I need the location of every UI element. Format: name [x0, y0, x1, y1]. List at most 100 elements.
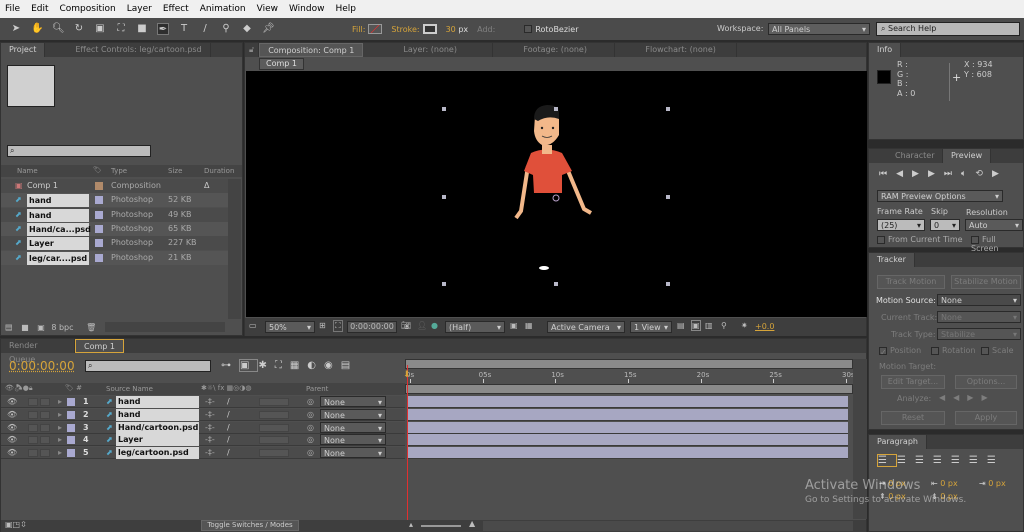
- time-ruler[interactable]: 0s 05s 10s 15s 20s 25s 30s: [405, 370, 855, 384]
- layer-label-swatch[interactable]: [67, 398, 75, 406]
- lock-switch[interactable]: [40, 436, 50, 445]
- tab-comp-1[interactable]: Comp 1: [75, 339, 124, 353]
- ram-preview-icon[interactable]: ▶: [992, 169, 1008, 179]
- menu-layer[interactable]: Layer: [127, 4, 152, 14]
- menu-file[interactable]: File: [5, 4, 20, 14]
- layer-name[interactable]: Layer 1...toon.psd: [116, 434, 199, 456]
- label-color-swatch[interactable]: [95, 196, 103, 205]
- frame-blending-icon[interactable]: ▦: [290, 360, 307, 371]
- expand-arrow-icon[interactable]: ▸: [58, 409, 62, 421]
- pick-whip-icon[interactable]: ◎: [307, 409, 314, 421]
- layer-label-swatch[interactable]: [67, 436, 75, 445]
- apply-button[interactable]: Apply: [955, 411, 1017, 425]
- search-help-input[interactable]: ⌕ Search Help: [876, 22, 1020, 36]
- clone-stamp-tool-icon[interactable]: ⚲: [220, 23, 232, 35]
- pick-whip-icon[interactable]: ◎: [307, 422, 314, 434]
- fill-swatch[interactable]: [368, 24, 383, 34]
- first-frame-icon[interactable]: ⏮: [879, 169, 896, 179]
- hand-tool-icon[interactable]: ✋: [31, 23, 43, 35]
- menu-effect[interactable]: Effect: [163, 4, 189, 14]
- flowchart-icon[interactable]: ⚲: [721, 321, 727, 330]
- layer-label-swatch[interactable]: [67, 423, 75, 432]
- options-button[interactable]: Options...: [955, 375, 1017, 389]
- indent-left-value[interactable]: 0 px: [888, 479, 905, 488]
- layer-handle[interactable]: [666, 107, 670, 111]
- toggle-3d-view-icon[interactable]: ▣: [691, 320, 701, 331]
- project-item[interactable]: ⬈ Hand/ca...psd Photoshop 65 KB: [1, 221, 228, 236]
- current-time-indicator-icon[interactable]: ⬇: [403, 370, 411, 380]
- timeline-timecode[interactable]: 0:00:00:00: [9, 359, 75, 373]
- stabilize-motion-button[interactable]: Stabilize Motion: [951, 275, 1021, 289]
- tab-info[interactable]: Info: [869, 43, 902, 57]
- align-right-icon[interactable]: ☰: [915, 455, 933, 466]
- project-item[interactable]: ⬈ hand 02....psd Photoshop 49 KB: [1, 207, 228, 233]
- tab-composition[interactable]: Composition: Comp 1: [259, 43, 364, 57]
- comp-button[interactable]: Comp 1: [259, 58, 304, 70]
- region-of-interest-icon[interactable]: ⛶: [333, 320, 343, 332]
- layer-name[interactable]: leg/cartoon.psd: [116, 447, 199, 460]
- menu-view[interactable]: View: [257, 4, 278, 14]
- ram-preview-options-dropdown[interactable]: RAM Preview Options: [877, 190, 1003, 202]
- lock-switch[interactable]: [40, 423, 50, 432]
- current-track-dropdown[interactable]: None: [937, 311, 1021, 323]
- layer-switches[interactable]: [259, 423, 289, 432]
- audio-icon[interactable]: 🔈︎: [961, 169, 975, 179]
- scale-checkbox[interactable]: [981, 346, 989, 355]
- composition-viewer[interactable]: [246, 71, 867, 317]
- project-search-input[interactable]: ⌕: [7, 145, 151, 157]
- transparency-grid-icon[interactable]: ▦: [525, 321, 533, 330]
- layer-switches[interactable]: [259, 410, 289, 419]
- puppet-pin-tool-icon[interactable]: 📌︎: [262, 23, 275, 35]
- timeline-search-input[interactable]: ⌕: [85, 360, 211, 372]
- layer-row[interactable]: 👁︎ ▸ 3 ⬈ Hand/cartoon.psd -‡- / ◎ None: [1, 421, 405, 434]
- new-folder-icon[interactable]: ■: [21, 323, 29, 332]
- tab-preview[interactable]: Preview: [943, 149, 992, 163]
- last-frame-icon[interactable]: ⏭: [944, 169, 961, 179]
- layer-label-swatch[interactable]: [67, 410, 75, 419]
- tab-character[interactable]: Character: [869, 149, 943, 163]
- workspace-dropdown[interactable]: All Panels: [768, 23, 870, 35]
- tab-render-queue[interactable]: Render Queue: [1, 339, 75, 364]
- label-color-swatch[interactable]: [95, 210, 103, 219]
- selection-tool-icon[interactable]: ➤: [10, 23, 22, 35]
- play-icon[interactable]: ▶: [912, 169, 928, 179]
- tab-footage[interactable]: Footage: (none): [493, 43, 616, 57]
- edit-target-button[interactable]: Edit Target...: [881, 375, 945, 389]
- tab-tracker[interactable]: Tracker: [869, 253, 915, 267]
- resolution-dropdown-preview[interactable]: Auto: [965, 219, 1023, 231]
- align-left-icon[interactable]: ☰: [877, 454, 897, 467]
- new-comp-icon[interactable]: ▣: [37, 323, 45, 332]
- space-after-value[interactable]: 0 px: [940, 492, 957, 501]
- exposure-value[interactable]: +0.0: [755, 322, 774, 331]
- visibility-eye-icon[interactable]: 👁︎: [7, 422, 17, 434]
- playhead[interactable]: [407, 365, 408, 521]
- fast-previews-icon[interactable]: ▣: [510, 321, 518, 330]
- visibility-eye-icon[interactable]: 👁︎: [7, 447, 17, 459]
- parent-dropdown[interactable]: None: [320, 434, 386, 446]
- tab-effect-controls[interactable]: Effect Controls: leg/cartoon.psd: [45, 43, 211, 57]
- work-area-bar[interactable]: [405, 359, 853, 369]
- layer-name[interactable]: Hand/cartoon.psd: [116, 421, 199, 434]
- col-type[interactable]: Type: [111, 167, 127, 175]
- eraser-tool-icon[interactable]: ◆: [241, 23, 253, 35]
- layer-row[interactable]: 👁︎ ▸ 1 ⬈ hand 01...oon.psd -‡- / ◎ None: [1, 396, 405, 418]
- draft-3d-icon[interactable]: ✱: [258, 360, 274, 371]
- zoom-out-icon[interactable]: ▴: [409, 520, 413, 529]
- label-color-swatch[interactable]: [95, 224, 103, 233]
- col-duration[interactable]: Duration: [204, 167, 234, 175]
- quality-switch-icon[interactable]: /: [227, 409, 230, 421]
- interpret-footage-icon[interactable]: ▤: [5, 323, 13, 332]
- parent-dropdown[interactable]: None: [320, 408, 386, 421]
- visibility-eye-icon[interactable]: 👁︎: [7, 434, 17, 446]
- expand-arrow-icon[interactable]: ▸: [58, 396, 62, 408]
- exposure-icon[interactable]: ✷: [741, 321, 748, 330]
- stroke-width-value[interactable]: 30: [446, 25, 456, 34]
- expand-arrow-icon[interactable]: ▸: [58, 447, 62, 459]
- menu-edit[interactable]: Edit: [31, 4, 48, 14]
- first-line-indent-value[interactable]: 0 px: [988, 479, 1005, 488]
- zoom-tool-icon[interactable]: 🔍︎: [52, 23, 65, 35]
- pick-whip-icon[interactable]: ◎: [307, 396, 314, 408]
- track-motion-button[interactable]: Track Motion: [877, 275, 945, 289]
- motion-blur-icon[interactable]: ◐: [307, 360, 324, 371]
- layer-name[interactable]: hand 01...oon.psd: [116, 396, 199, 418]
